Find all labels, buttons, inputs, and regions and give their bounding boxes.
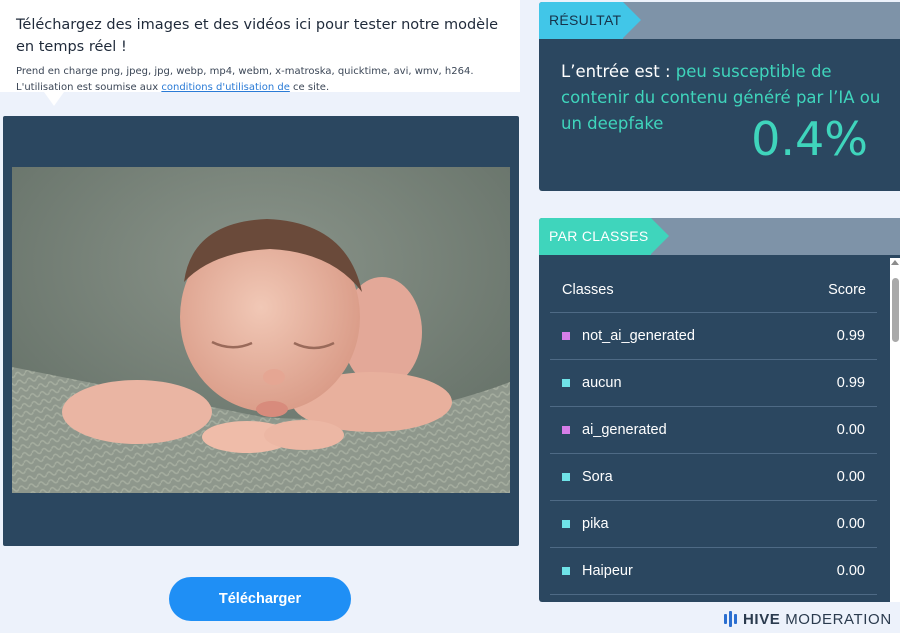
- class-score: 0.00: [836, 469, 865, 485]
- terms-link[interactable]: conditions d'utilisation de: [161, 82, 290, 93]
- upload-info-card: Téléchargez des images et des vidéos ici…: [0, 0, 520, 93]
- class-row: Haipeur 0.00: [550, 547, 877, 594]
- class-name: Sora: [582, 469, 613, 485]
- class-name: Haipeur: [582, 563, 633, 579]
- column-score: Score: [828, 282, 866, 298]
- class-row: pika 0.00: [550, 500, 877, 547]
- upload-supported-formats: Prend en charge png, jpeg, jpg, webp, mp…: [16, 64, 504, 96]
- class-score: 0.00: [836, 422, 865, 438]
- classes-card: PAR CLASSES Classes Score not_ai_generat…: [539, 218, 900, 602]
- class-score: 0.99: [836, 328, 865, 344]
- class-score: 0.99: [836, 375, 865, 391]
- column-classes: Classes: [562, 282, 614, 298]
- scroll-up-icon[interactable]: [891, 260, 899, 265]
- class-color-dot: [562, 426, 570, 434]
- classes-table-header: Classes Score: [562, 282, 866, 304]
- class-name: not_ai_generated: [582, 328, 695, 344]
- pointer-arrow: [44, 92, 64, 106]
- upload-title: Téléchargez des images et des vidéos ici…: [16, 17, 499, 55]
- classes-list: not_ai_generated 0.99 aucun 0.99 ai_gene…: [550, 312, 877, 602]
- supported-formats-text: Prend en charge png, jpeg, jpg, webp, mp…: [16, 66, 474, 77]
- image-preview-panel: [3, 116, 519, 546]
- class-color-dot: [562, 379, 570, 387]
- class-name: aucun: [582, 375, 622, 391]
- class-row: Sora 0.00: [550, 453, 877, 500]
- brand-name: HIVE MODERATION: [743, 611, 892, 628]
- result-prefix: L’entrée est :: [561, 62, 671, 81]
- class-score: 0.00: [836, 563, 865, 579]
- class-color-dot: [562, 567, 570, 575]
- brand-name-rest: MODERATION: [785, 610, 892, 628]
- class-color-dot: [562, 520, 570, 528]
- classes-tag: PAR CLASSES: [539, 218, 669, 255]
- class-score: 0.00: [836, 516, 865, 532]
- result-card: RÉSULTAT L’entrée est : peu susceptible …: [539, 2, 900, 191]
- class-name: ai_generated: [582, 422, 667, 438]
- upload-button[interactable]: Télécharger: [169, 577, 351, 621]
- result-tag: RÉSULTAT: [539, 2, 641, 39]
- uploaded-photo: [12, 167, 510, 493]
- class-color-dot: [562, 332, 570, 340]
- hive-logo-icon: [724, 611, 737, 627]
- terms-prefix: L'utilisation est soumise aux: [16, 82, 159, 93]
- classes-scrollbar[interactable]: [890, 258, 900, 602]
- class-color-dot: [562, 473, 570, 481]
- class-name: pika: [582, 516, 609, 532]
- brand-name-bold: HIVE: [743, 610, 781, 628]
- class-row: aucun 0.99: [550, 359, 877, 406]
- scroll-thumb[interactable]: [892, 278, 899, 342]
- terms-suffix: ce site.: [293, 82, 330, 93]
- class-row: not_ai_generated 0.99: [550, 312, 877, 359]
- class-row-partial: [550, 594, 877, 602]
- class-row: ai_generated 0.00: [550, 406, 877, 453]
- result-percentage: 0.4%: [751, 112, 868, 166]
- hive-moderation-logo[interactable]: HIVE MODERATION: [724, 608, 892, 630]
